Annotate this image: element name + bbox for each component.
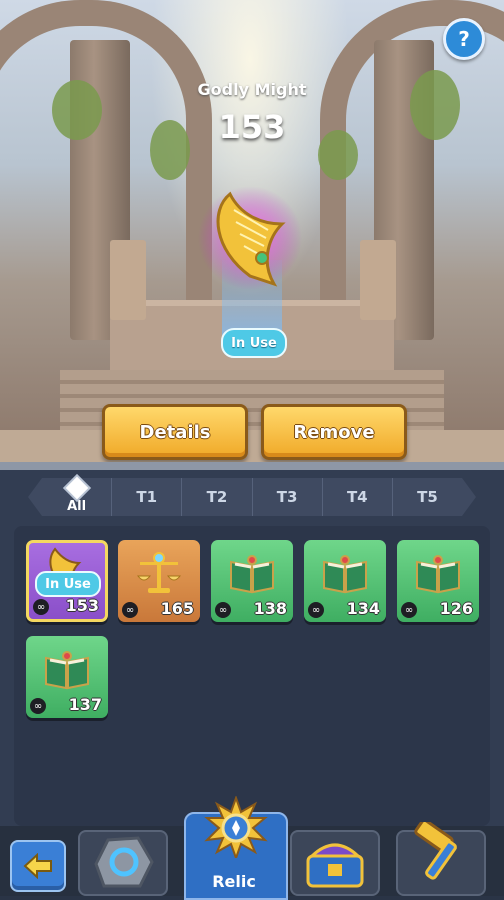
godly-might-label: Godly Might [197, 80, 307, 99]
relic-card[interactable]: ∞ 134 [304, 540, 386, 622]
book-icon [416, 555, 460, 594]
treasure-chest-icon [306, 843, 364, 888]
tab-label: All [67, 499, 87, 514]
relic-card[interactable]: ∞ 126 [397, 540, 479, 622]
tab-label: T1 [136, 488, 158, 506]
all-diamond-icon [65, 476, 88, 500]
nav-chest[interactable] [290, 830, 380, 896]
tab-label: T3 [276, 488, 298, 506]
nav-rune[interactable] [78, 830, 168, 896]
nav-relic-label: Relic [212, 872, 256, 891]
tab-t5[interactable]: T5 [393, 478, 462, 516]
relic-card[interactable]: ∞ 137 [26, 636, 108, 718]
rune-stone-icon [94, 836, 154, 888]
relic-value: 165 [160, 599, 194, 618]
chain-link-icon: ∞ [30, 698, 46, 714]
in-use-badge: In Use [221, 328, 287, 358]
chain-link-icon: ∞ [33, 599, 49, 615]
details-button[interactable]: Details [102, 404, 248, 460]
hammer-icon [414, 822, 457, 880]
relic-value: 137 [68, 695, 102, 714]
tab-label: T4 [346, 488, 368, 506]
scales-icon [136, 552, 182, 593]
tab-label: T5 [417, 488, 438, 506]
in-use-badge: In Use [35, 571, 101, 597]
golden-harp-icon [198, 186, 302, 290]
relic-value: 153 [65, 596, 99, 615]
relic-sun-icon [204, 796, 268, 858]
tier-tabs: All T1 T2 T3 T4 T5 [42, 476, 462, 516]
relic-card[interactable]: ∞ 165 [118, 540, 200, 622]
chain-link-icon: ∞ [308, 602, 324, 618]
tab-all[interactable]: All [42, 476, 113, 516]
book-icon [230, 555, 274, 594]
tab-scroll-right[interactable] [462, 478, 476, 516]
godly-might-value: 153 [218, 108, 286, 146]
back-button[interactable] [10, 840, 66, 892]
relic-value: 138 [253, 599, 287, 618]
altar-post [110, 240, 146, 320]
chain-link-icon: ∞ [401, 602, 417, 618]
question-icon[interactable]: ? [443, 18, 485, 60]
tab-label: T2 [206, 488, 228, 506]
tab-t1[interactable]: T1 [112, 478, 183, 516]
chain-link-icon: ∞ [122, 602, 138, 618]
tab-t2[interactable]: T2 [182, 478, 253, 516]
book-icon [323, 555, 367, 594]
tab-t4[interactable]: T4 [323, 478, 393, 516]
altar-post [360, 240, 396, 320]
arrow-left-icon [23, 853, 52, 879]
tab-scroll-left[interactable] [28, 478, 42, 516]
book-icon [45, 651, 89, 690]
relic-card[interactable]: ∞ 138 [211, 540, 293, 622]
remove-button[interactable]: Remove [261, 404, 407, 460]
nav-forge[interactable] [396, 822, 486, 896]
relic-value: 134 [346, 599, 380, 618]
tab-t3[interactable]: T3 [253, 478, 323, 516]
relic-value: 126 [439, 599, 473, 618]
relic-card[interactable]: In Use ∞ 153 [26, 540, 108, 622]
chain-link-icon: ∞ [215, 602, 231, 618]
